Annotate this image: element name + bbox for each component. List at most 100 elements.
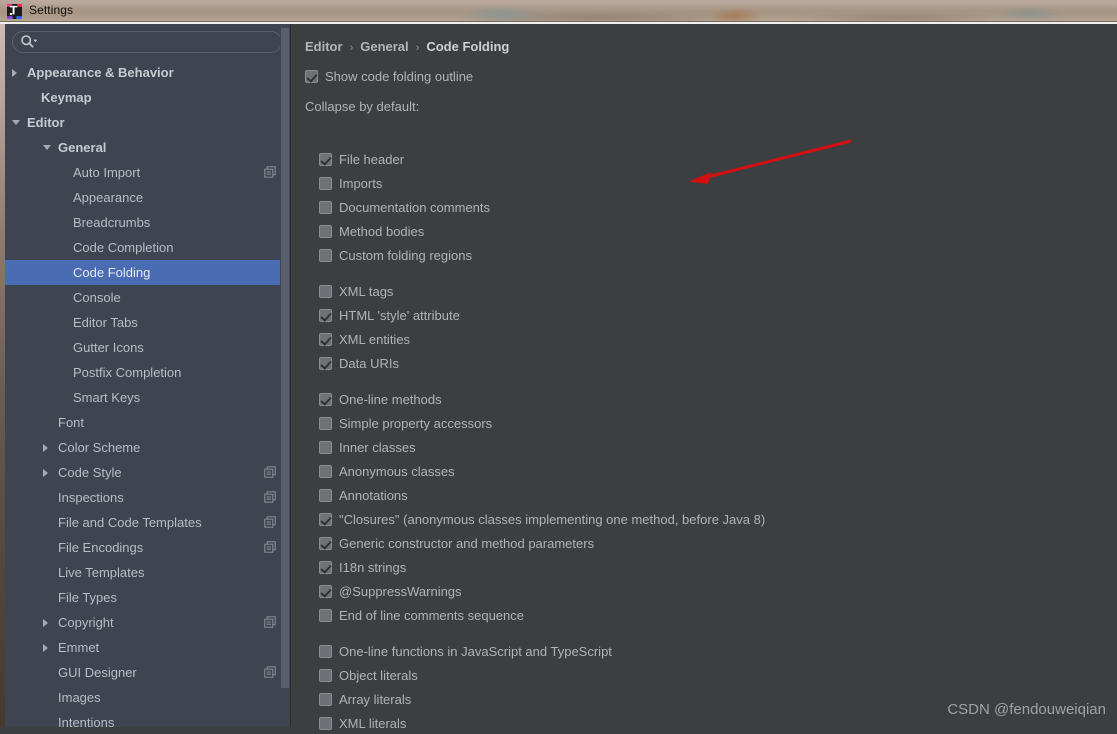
checkbox-one-line-methods[interactable]: [319, 393, 332, 406]
sidebar-item-label: Code Style: [58, 465, 122, 480]
breadcrumb-item[interactable]: Code Folding: [426, 39, 509, 54]
sidebar-scrollbar-thumb[interactable]: [281, 28, 289, 688]
checkbox-one-line-functions-in-javascript-and-typescript[interactable]: [319, 645, 332, 658]
copy-settings-icon: [264, 466, 276, 478]
checkbox-suppresswarnings[interactable]: [319, 585, 332, 598]
checkbox-simple-property-accessors[interactable]: [319, 417, 332, 430]
sidebar-item-label: Code Folding: [73, 265, 151, 280]
option-label: Data URIs: [339, 356, 399, 371]
checkbox-show-code-folding-outline[interactable]: [305, 70, 318, 83]
sidebar-item-label: Postfix Completion: [73, 365, 182, 380]
checkbox-imports[interactable]: [319, 177, 332, 190]
checkbox-xml-literals[interactable]: [319, 717, 332, 730]
checkbox-anonymous-classes[interactable]: [319, 465, 332, 478]
sidebar-item-label: General: [58, 140, 107, 155]
breadcrumb-item[interactable]: Editor: [305, 39, 343, 54]
checkbox-documentation-comments[interactable]: [319, 201, 332, 214]
sidebar-item-label: Breadcrumbs: [73, 215, 151, 230]
settings-tree[interactable]: Appearance & Behavior Keymap Editor General…: [5, 60, 290, 727]
sidebar-item-label: Copyright: [58, 615, 114, 630]
sidebar-item-color-scheme[interactable]: Color Scheme: [5, 435, 290, 460]
sidebar-item-breadcrumbs[interactable]: Breadcrumbs: [5, 210, 290, 235]
sidebar-item-images[interactable]: Images: [5, 685, 290, 710]
sidebar-item-label: Gutter Icons: [73, 340, 144, 355]
annotation-arrow-icon: [689, 139, 852, 184]
checkbox-xml-entities[interactable]: [319, 333, 332, 346]
sidebar-item-gutter-icons[interactable]: Gutter Icons: [5, 335, 290, 360]
sidebar-item-label: Images: [58, 690, 101, 705]
sidebar-item-code-folding[interactable]: Code Folding: [5, 260, 290, 285]
sidebar-item-label: Smart Keys: [73, 390, 141, 405]
sidebar-item-code-style[interactable]: Code Style: [5, 460, 290, 485]
sidebar-item-console[interactable]: Console: [5, 285, 290, 310]
chevron-right-icon[interactable]: [43, 469, 48, 477]
sidebar-item-inspections[interactable]: Inspections: [5, 485, 290, 510]
sidebar-item-editor[interactable]: Editor: [5, 110, 290, 135]
sidebar-item-postfix-completion[interactable]: Postfix Completion: [5, 360, 290, 385]
option-label: HTML 'style' attribute: [339, 308, 460, 323]
sidebar-scrollbar[interactable]: [280, 24, 290, 727]
copy-settings-icon: [264, 166, 276, 178]
desktop-background-blur: [0, 0, 1117, 22]
sidebar-item-auto-import[interactable]: Auto Import: [5, 160, 290, 185]
chevron-right-icon[interactable]: [43, 619, 48, 627]
sidebar-item-label: Appearance: [73, 190, 144, 205]
checkbox-i18n-strings[interactable]: [319, 561, 332, 574]
option-label: Anonymous classes: [339, 464, 455, 479]
window-title: Settings: [29, 3, 74, 17]
option-label: Array literals: [339, 692, 412, 707]
option-label: "Closures" (anonymous classes implementi…: [339, 512, 766, 527]
checkbox-closures-anonymous-classes-implementing-one-method-before-java-8[interactable]: [319, 513, 332, 526]
checkbox-file-header[interactable]: [319, 153, 332, 166]
sidebar-item-keymap[interactable]: Keymap: [5, 85, 290, 110]
checkbox-end-of-line-comments-sequence[interactable]: [319, 609, 332, 622]
search-icon[interactable]: [20, 34, 38, 50]
sidebar-item-gui-designer[interactable]: GUI Designer: [5, 660, 290, 685]
search-input[interactable]: [12, 31, 282, 53]
checkbox-method-bodies[interactable]: [319, 225, 332, 238]
chevron-right-icon[interactable]: [43, 444, 48, 452]
sidebar-item-editor-tabs[interactable]: Editor Tabs: [5, 310, 290, 335]
checkbox-generic-constructor-and-method-parameters[interactable]: [319, 537, 332, 550]
option-label: Imports: [339, 176, 383, 191]
copy-settings-icon: [264, 666, 276, 678]
sidebar-item-file-encodings[interactable]: File Encodings: [5, 535, 290, 560]
copy-settings-icon: [264, 491, 276, 503]
chevron-right-icon[interactable]: [43, 644, 48, 652]
checkbox-html-style-attribute[interactable]: [319, 309, 332, 322]
sidebar-item-font[interactable]: Font: [5, 410, 290, 435]
sidebar-item-file-types[interactable]: File Types: [5, 585, 290, 610]
sidebar-item-appearance-behavior[interactable]: Appearance & Behavior: [5, 60, 290, 85]
search-field[interactable]: [12, 31, 282, 53]
sidebar-item-label: Appearance & Behavior: [27, 65, 174, 80]
chevron-right-icon[interactable]: [12, 69, 17, 77]
sidebar-item-smart-keys[interactable]: Smart Keys: [5, 385, 290, 410]
sidebar-item-live-templates[interactable]: Live Templates: [5, 560, 290, 585]
checkbox-object-literals[interactable]: [319, 669, 332, 682]
checkbox-custom-folding-regions[interactable]: [319, 249, 332, 262]
option-label: Custom folding regions: [339, 248, 472, 263]
breadcrumb-item[interactable]: General: [360, 39, 408, 54]
sidebar-item-label: Auto Import: [73, 165, 141, 180]
sidebar-item-emmet[interactable]: Emmet: [5, 635, 290, 660]
checkbox-data-uris[interactable]: [319, 357, 332, 370]
sidebar-item-general[interactable]: General: [5, 135, 290, 160]
sidebar-item-copyright[interactable]: Copyright: [5, 610, 290, 635]
sidebar-item-code-completion[interactable]: Code Completion: [5, 235, 290, 260]
chevron-down-icon[interactable]: [43, 145, 51, 150]
sidebar-item-label: GUI Designer: [58, 665, 137, 680]
checkbox-xml-tags[interactable]: [319, 285, 332, 298]
option-label: XML entities: [339, 332, 411, 347]
checkbox-array-literals[interactable]: [319, 693, 332, 706]
settings-window: Appearance & Behavior Keymap Editor General…: [0, 22, 1117, 731]
checkbox-inner-classes[interactable]: [319, 441, 332, 454]
sidebar-item-appearance[interactable]: Appearance: [5, 185, 290, 210]
breadcrumb[interactable]: Editor › General › Code Folding: [305, 39, 509, 54]
collapse-by-default-label: Collapse by default:: [305, 99, 420, 114]
sidebar-item-intentions[interactable]: Intentions: [5, 710, 290, 727]
sidebar-item-label: Inspections: [58, 490, 124, 505]
checkbox-annotations[interactable]: [319, 489, 332, 502]
sidebar-item-file-and-code-templates[interactable]: File and Code Templates: [5, 510, 290, 535]
copy-settings-icon: [264, 541, 276, 553]
chevron-down-icon[interactable]: [12, 120, 20, 125]
